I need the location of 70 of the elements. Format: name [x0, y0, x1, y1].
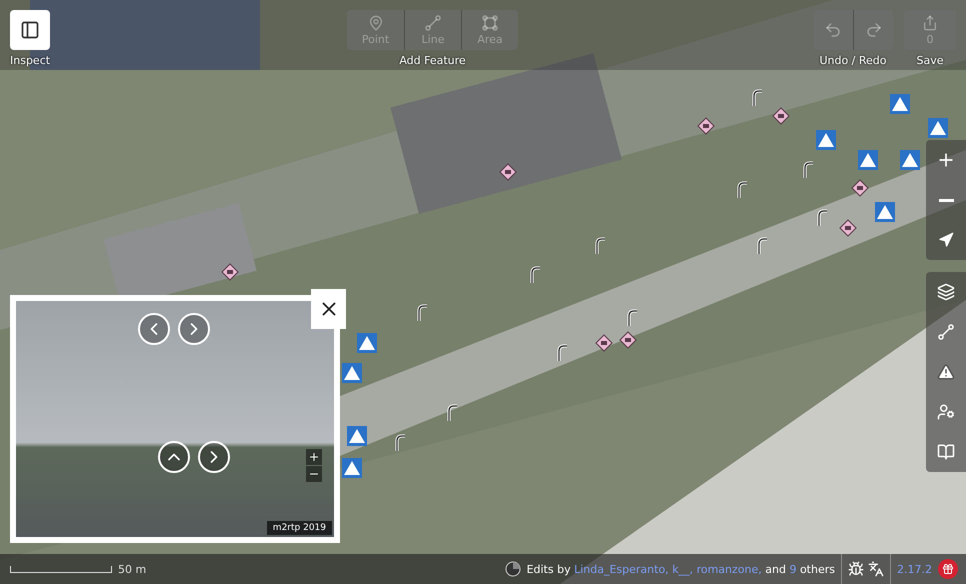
- diamond-marker-icon[interactable]: [619, 331, 637, 349]
- warning-icon: [937, 363, 955, 381]
- contributor-link[interactable]: romanzone,: [696, 562, 762, 576]
- turn-sign-icon[interactable]: [755, 237, 769, 255]
- turn-sign-icon[interactable]: [625, 309, 639, 327]
- layers-icon: [937, 283, 955, 301]
- inspect-label: Inspect: [10, 54, 50, 67]
- redo-icon: [864, 21, 882, 39]
- crossing-sign-icon[interactable]: [342, 458, 362, 478]
- contributor-link[interactable]: Linda_Esperanto,: [574, 562, 669, 576]
- crossing-sign-icon[interactable]: [875, 202, 895, 222]
- contributor-link[interactable]: 9: [789, 562, 796, 576]
- minus-icon: [938, 198, 954, 202]
- turn-sign-icon[interactable]: [555, 344, 569, 362]
- scale-label: 50 m: [118, 562, 146, 576]
- diamond-marker-icon[interactable]: [499, 163, 517, 181]
- diamond-marker-icon[interactable]: [772, 107, 790, 125]
- location-arrow-icon: [938, 232, 954, 248]
- photo-zoom-in-button[interactable]: [306, 449, 322, 465]
- undo-redo-label: Undo / Redo: [819, 54, 887, 67]
- crossing-sign-icon[interactable]: [357, 333, 377, 353]
- area-icon: [482, 14, 498, 30]
- turn-sign-icon[interactable]: [415, 304, 429, 322]
- step-right-button[interactable]: [198, 441, 230, 473]
- gift-icon: [942, 563, 954, 575]
- turn-sign-icon[interactable]: [750, 89, 764, 107]
- line-icon: [425, 14, 441, 30]
- turn-sign-icon[interactable]: [801, 161, 815, 179]
- turn-sign-icon[interactable]: [393, 434, 407, 452]
- crossing-sign-icon[interactable]: [342, 363, 362, 383]
- previous-button[interactable]: [138, 313, 170, 345]
- add-feature-label: Add Feature: [399, 54, 466, 67]
- forward-button[interactable]: [158, 441, 190, 473]
- translate-icon[interactable]: [868, 561, 884, 577]
- photo-attribution: m2rtp 2019: [266, 521, 332, 535]
- turn-sign-icon[interactable]: [445, 404, 459, 422]
- plus-icon: [308, 451, 320, 463]
- diamond-marker-icon[interactable]: [839, 219, 857, 237]
- sidebar-icon: [20, 20, 40, 40]
- diamond-marker-icon[interactable]: [595, 334, 613, 352]
- diamond-marker-icon[interactable]: [221, 263, 239, 281]
- upload-icon: [922, 14, 938, 30]
- close-button[interactable]: [311, 289, 346, 329]
- history-panel-icon[interactable]: [504, 561, 521, 577]
- crossing-sign-icon[interactable]: [928, 118, 948, 138]
- undo-icon: [824, 21, 842, 39]
- turn-sign-icon[interactable]: [735, 181, 749, 199]
- contributor-link[interactable]: k__,: [672, 562, 694, 576]
- crossing-sign-icon[interactable]: [816, 130, 836, 150]
- turn-sign-icon[interactable]: [815, 209, 829, 227]
- edits-attribution-text: Edits by Linda_Esperanto, k__, romanzone, and 9 others: [526, 562, 835, 576]
- crossing-sign-icon[interactable]: [890, 94, 910, 114]
- user-gear-icon: [937, 403, 955, 421]
- point-icon: [368, 14, 384, 30]
- turn-sign-icon[interactable]: [528, 266, 542, 284]
- photo-zoom-out-button[interactable]: [306, 466, 322, 482]
- crossing-sign-icon[interactable]: [900, 150, 920, 170]
- version-link[interactable]: 2.17.2: [897, 562, 932, 576]
- line-icon: [938, 324, 954, 340]
- turn-sign-icon[interactable]: [593, 237, 607, 255]
- inspect-button[interactable]: [10, 10, 50, 50]
- bug-icon[interactable]: [848, 561, 864, 577]
- crossing-sign-icon[interactable]: [347, 426, 367, 446]
- next-button[interactable]: [178, 313, 210, 345]
- diamond-marker-icon[interactable]: [851, 179, 869, 197]
- crossing-sign-icon[interactable]: [858, 150, 878, 170]
- save-label: Save: [916, 54, 944, 67]
- diamond-marker-icon[interactable]: [697, 117, 715, 135]
- gift-button[interactable]: [938, 559, 958, 579]
- book-icon: [937, 443, 955, 461]
